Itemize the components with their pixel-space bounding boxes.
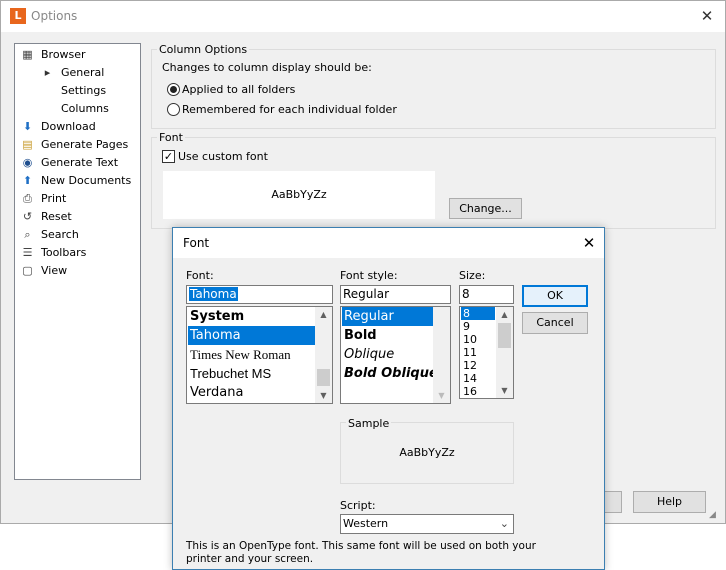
download-icon: ⬇ [22, 120, 33, 133]
font-size-list-item[interactable]: 10 [461, 333, 495, 346]
tree-item-label: View [41, 264, 68, 277]
tree-item-label: Generate Text [41, 156, 119, 169]
font-list-item[interactable]: Tahoma [188, 326, 315, 345]
tree-item-label: Reset [41, 210, 72, 223]
column-options-description: Changes to column display should be: [162, 61, 372, 74]
tree-item-label: Search [41, 228, 79, 241]
font-style-list-item[interactable]: Bold Oblique [342, 364, 438, 383]
font-info-text: This is an OpenType font. This same font… [186, 540, 536, 565]
tree-item-label: Download [41, 120, 96, 133]
change-font-button[interactable]: Change... [449, 198, 522, 219]
column-options-label: Column Options [157, 43, 250, 56]
ok-button[interactable]: OK [522, 285, 588, 307]
font-dialog-title-bar: Font ✕ [173, 228, 604, 258]
radio-remembered-each-folder[interactable] [167, 103, 180, 116]
help-button[interactable]: Help [633, 491, 706, 513]
use-custom-font-label[interactable]: Use custom font [178, 150, 268, 163]
font-dialog: Font ✕ Font: Tahoma System Tahoma Times Ne… [172, 227, 605, 570]
font-list-item[interactable]: Verdana [188, 383, 315, 402]
font-style-list-item[interactable]: Bold [342, 326, 433, 345]
toolbars-icon: ☰ [22, 246, 33, 259]
browser-icon: ▦ [22, 48, 33, 61]
resize-grip-icon[interactable]: ◢ [709, 509, 721, 521]
generate-pages-icon: ▤ [22, 138, 33, 151]
font-size-list-item[interactable]: 14 [461, 372, 495, 385]
font-size-input[interactable]: 8 [459, 285, 514, 304]
font-size-list-item[interactable]: 11 [461, 346, 495, 359]
category-tree: ▦ Browser ▸ General Settings Columns ⬇ Download… [14, 43, 141, 480]
scroll-down-arrow-icon[interactable]: ▼ [433, 388, 450, 403]
new-documents-icon: ⬆ [22, 174, 33, 187]
font-list-scrollbar[interactable]: ▲ ▼ [315, 307, 332, 403]
tree-item-label: Toolbars [41, 246, 87, 259]
tree-item-label: Generate Pages [41, 138, 129, 151]
font-preview-text: AaBbYyZz [271, 188, 327, 201]
font-style-input[interactable]: Regular [340, 285, 451, 304]
tree-item-label: Browser [41, 48, 86, 61]
generate-text-icon: ◉ [22, 156, 33, 169]
scroll-down-arrow-icon[interactable]: ▼ [496, 383, 513, 398]
font-group-label: Font [157, 131, 185, 144]
reset-icon: ↺ [22, 210, 33, 223]
font-style-list-item[interactable]: Oblique [342, 345, 433, 364]
use-custom-font-checkbox[interactable]: ✓ [162, 150, 175, 163]
scroll-down-arrow-icon[interactable]: ▼ [315, 388, 332, 403]
font-size-list-item[interactable]: 16 [461, 385, 495, 398]
font-list-item[interactable]: Trebuchet MS [188, 364, 315, 383]
scroll-up-arrow-icon[interactable]: ▲ [496, 307, 513, 322]
sample-group-label: Sample [346, 417, 392, 430]
font-style-label: Font style: [340, 269, 398, 282]
font-list-item[interactable]: Times New Roman [188, 345, 315, 364]
script-dropdown[interactable]: Western ⌄ [340, 514, 514, 534]
title-bar: L Options ✕ [1, 1, 725, 32]
font-size-list[interactable]: 8 9 10 11 12 14 16 ▲ ▼ [459, 306, 514, 399]
font-style-list[interactable]: Regular Bold Oblique Bold Oblique ▼ [340, 306, 451, 404]
tree-item-label: New Documents [41, 174, 132, 187]
font-preview-box: AaBbYyZz [163, 171, 435, 219]
window-title: Options [31, 9, 78, 23]
scroll-up-arrow-icon[interactable]: ▲ [315, 307, 332, 322]
font-list-item[interactable]: System [188, 307, 315, 326]
tree-item-label: Print [41, 192, 67, 205]
view-icon: ▢ [22, 264, 33, 277]
tree-item-label: Columns [61, 102, 109, 115]
script-label: Script: [340, 499, 376, 512]
font-name-input[interactable]: Tahoma [186, 285, 333, 304]
sample-text: AaBbYyZz [399, 446, 455, 459]
font-name-list[interactable]: System Tahoma Times New Roman Trebuchet MS V… [186, 306, 333, 404]
font-size-list-item[interactable]: 8 [461, 307, 495, 320]
font-list-scroll-thumb[interactable] [317, 369, 330, 386]
radio-applied-all-folders[interactable] [167, 83, 180, 96]
style-list-scrollbar[interactable]: ▼ [433, 307, 450, 403]
tree-item-label: Settings [61, 84, 107, 97]
size-list-scroll-thumb[interactable] [498, 323, 511, 348]
font-name-value: Tahoma [189, 287, 238, 301]
window-close-button[interactable]: ✕ [695, 5, 719, 27]
print-icon: ⎙ [23, 192, 32, 205]
font-style-list-item[interactable]: Regular [342, 307, 433, 326]
tree-item-label: General [61, 66, 105, 79]
app-logo-icon: L [10, 8, 26, 24]
font-size-list-item[interactable]: 12 [461, 359, 495, 372]
search-icon: ⌕ [24, 228, 31, 241]
size-list-scrollbar[interactable]: ▲ ▼ [496, 307, 513, 398]
chevron-down-icon: ⌄ [499, 517, 509, 530]
script-value: Western [343, 517, 389, 530]
radio-remembered-each-folder-label[interactable]: Remembered for each individual folder [182, 103, 397, 116]
font-size-list-item[interactable]: 9 [461, 320, 495, 333]
font-dialog-close-button[interactable]: ✕ [577, 232, 601, 254]
font-size-label: Size: [459, 269, 486, 282]
arrow-right-icon: ▸ [44, 66, 51, 79]
cancel-button[interactable]: Cancel [522, 312, 588, 334]
font-name-label: Font: [186, 269, 214, 282]
radio-applied-all-folders-label[interactable]: Applied to all folders [182, 83, 295, 96]
font-dialog-title: Font [183, 236, 210, 250]
